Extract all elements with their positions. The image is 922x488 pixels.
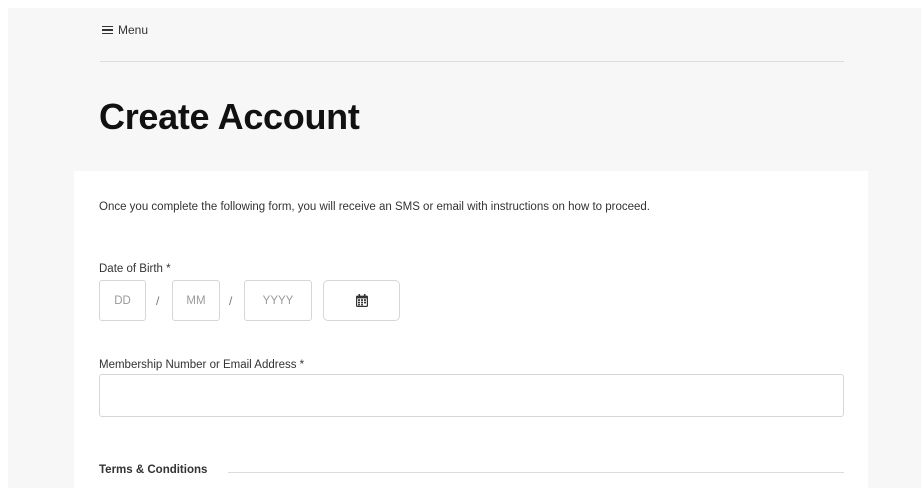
dob-month-input[interactable] <box>172 280 220 321</box>
date-separator: / <box>156 294 160 308</box>
page-title: Create Account <box>99 96 360 137</box>
create-account-form: Once you complete the following form, yo… <box>74 171 868 488</box>
form-intro-text: Once you complete the following form, yo… <box>99 201 650 213</box>
page: Menu Create Account Once you complete th… <box>0 0 922 488</box>
membership-or-email-label: Membership Number or Email Address * <box>99 359 305 371</box>
page-shell: Menu Create Account Once you complete th… <box>8 8 921 488</box>
membership-or-email-input[interactable] <box>99 374 844 417</box>
terms-divider <box>228 472 844 473</box>
hamburger-icon <box>102 25 113 35</box>
date-separator: / <box>229 294 233 308</box>
menu-button[interactable]: Menu <box>102 23 148 37</box>
menu-label: Menu <box>118 23 149 37</box>
header-divider <box>100 61 844 62</box>
calendar-icon <box>355 294 368 307</box>
dob-year-input[interactable] <box>244 280 312 321</box>
terms-and-conditions-heading: Terms & Conditions <box>99 464 218 476</box>
calendar-picker-button[interactable] <box>323 280 400 321</box>
dob-day-input[interactable] <box>99 280 146 321</box>
date-of-birth-label: Date of Birth * <box>99 263 171 275</box>
